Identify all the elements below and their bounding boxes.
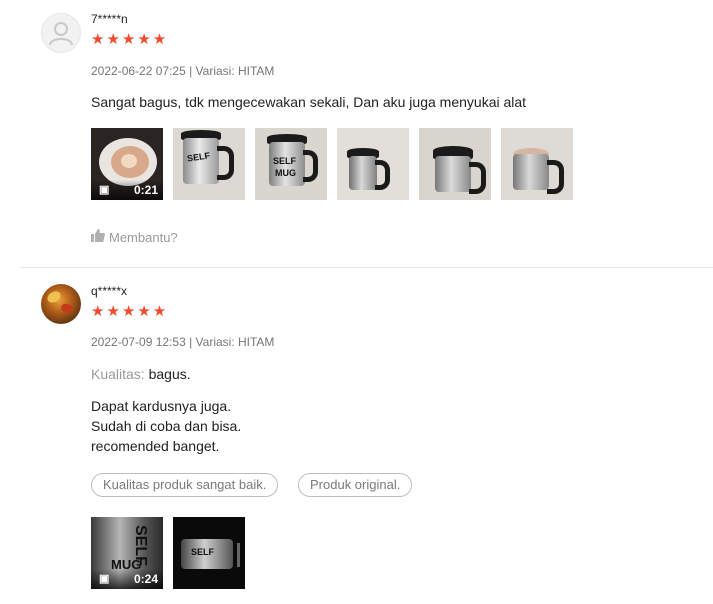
review-comment: Sangat bagus, tdk mengecewakan sekali, D… xyxy=(91,94,527,110)
rating-stars: ★★★★★ xyxy=(91,31,169,48)
video-overlay: ▣ 0:24 xyxy=(91,569,163,589)
helpful-label: Membantu? xyxy=(109,230,178,245)
video-duration: 0:24 xyxy=(133,572,158,586)
quality-label: Kualitas: xyxy=(91,366,145,382)
camera-icon: ▣ xyxy=(99,573,110,585)
review-video-thumbnail[interactable]: ▣ 0:21 xyxy=(91,128,163,200)
video-overlay: ▣ 0:21 xyxy=(91,180,163,200)
review-photo-thumbnail[interactable] xyxy=(501,128,573,200)
review-username: 7*****n xyxy=(91,12,128,26)
review-tag: Kualitas produk sangat baik. xyxy=(91,473,279,497)
helpful-button[interactable]: Membantu? xyxy=(91,229,178,245)
avatar[interactable] xyxy=(41,284,81,324)
quality-value: bagus. xyxy=(148,366,191,382)
rating-stars: ★★★★★ xyxy=(91,303,169,320)
review-meta: 2022-07-09 12:53 | Variasi: HITAM xyxy=(91,335,275,349)
comment-line: Dapat kardusnya juga. xyxy=(91,398,232,414)
review-meta: 2022-06-22 07:25 | Variasi: HITAM xyxy=(91,64,275,78)
review-item: 7*****n ★★★★★ 2022-06-22 07:25 | Variasi… xyxy=(0,0,713,267)
review-quality: Kualitas: bagus. xyxy=(91,364,191,384)
review-comment: Dapat kardusnya juga. Sudah di coba dan … xyxy=(91,396,241,456)
video-duration: 0:21 xyxy=(133,183,158,197)
review-video-thumbnail[interactable]: SELF MUG ▣ 0:24 xyxy=(91,517,163,589)
review-photo-thumbnail[interactable]: SELF xyxy=(173,517,245,589)
review-photo-thumbnail[interactable] xyxy=(419,128,491,200)
review-photo-thumbnail[interactable] xyxy=(337,128,409,200)
camera-icon: ▣ xyxy=(99,184,110,196)
avatar[interactable] xyxy=(41,13,81,53)
comment-line: Sudah di coba dan bisa. xyxy=(91,418,242,434)
review-photo-thumbnail[interactable]: SELF xyxy=(173,128,245,200)
review-media-list: ▣ 0:21 SELF SELF MUG xyxy=(91,128,581,200)
comment-line: recomended banget. xyxy=(91,438,220,454)
thumbs-up-icon xyxy=(91,229,105,245)
review-tag: Produk original. xyxy=(298,473,413,497)
review-username: q*****x xyxy=(91,284,128,298)
user-icon xyxy=(49,22,73,46)
review-photo-thumbnail[interactable]: SELF MUG xyxy=(255,128,327,200)
review-media-list: SELF MUG ▣ 0:24 SELF xyxy=(91,517,251,589)
